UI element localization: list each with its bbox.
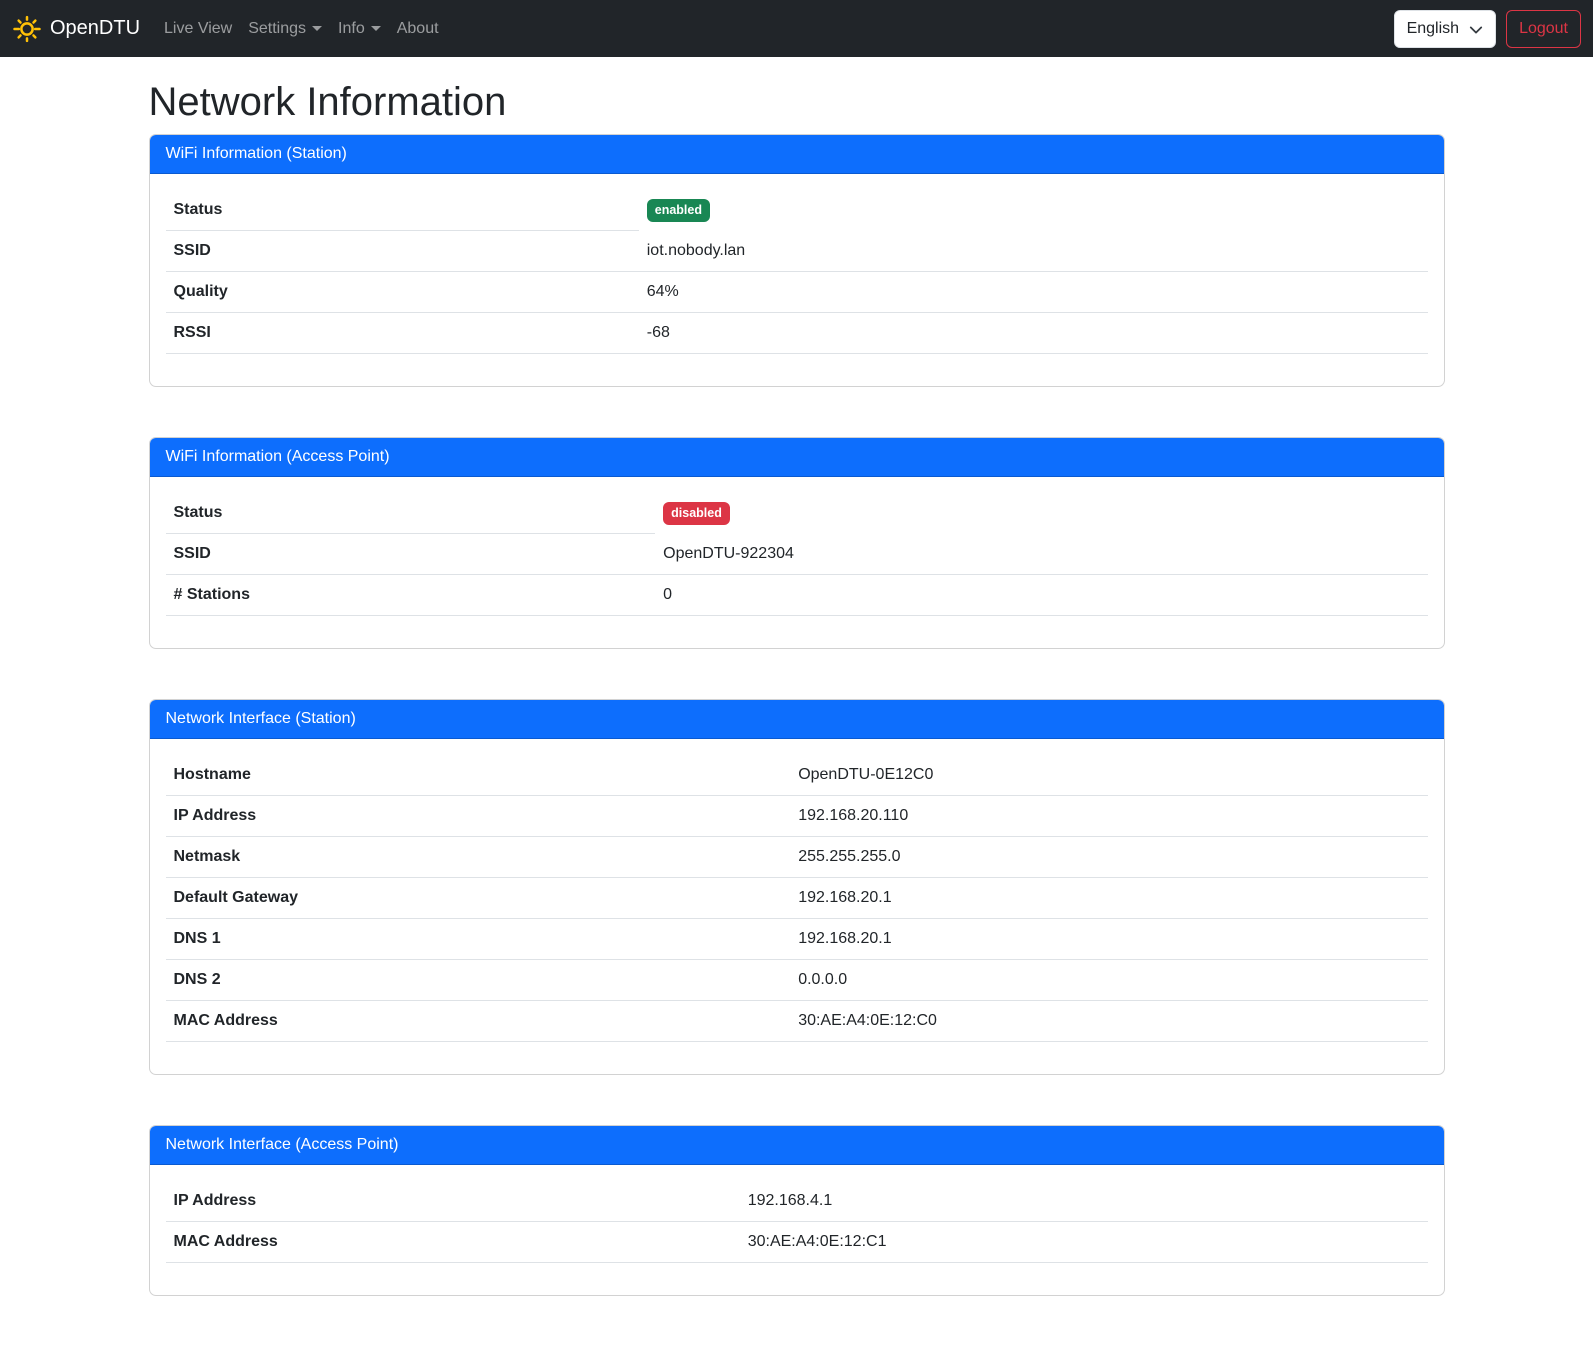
- page-title: Network Information: [149, 78, 1445, 126]
- row-value: -68: [639, 313, 1428, 354]
- row-value: 30:AE:A4:0E:12:C0: [790, 1001, 1427, 1042]
- nav-item-live-view[interactable]: Live View: [156, 12, 240, 46]
- nav-item-info[interactable]: Info: [330, 12, 389, 46]
- row-value: 192.168.20.110: [790, 796, 1427, 837]
- table-row: SSID iot.nobody.lan: [166, 231, 1428, 272]
- chevron-down-icon: [312, 26, 322, 31]
- card-body: Status enabled SSID iot.nobody.lan Quali…: [150, 174, 1444, 386]
- row-label: Hostname: [166, 755, 791, 796]
- card-body: Hostname OpenDTU-0E12C0 IP Address 192.1…: [150, 739, 1444, 1074]
- row-label: Status: [166, 190, 639, 231]
- row-label: Quality: [166, 272, 639, 313]
- main-content: Network Information WiFi Information (St…: [149, 57, 1445, 1296]
- nav-item-settings[interactable]: Settings: [240, 12, 330, 46]
- row-label: Default Gateway: [166, 878, 791, 919]
- row-label: # Stations: [166, 575, 656, 616]
- row-value: 0.0.0.0: [790, 960, 1427, 1001]
- row-label: IP Address: [166, 796, 791, 837]
- status-badge: disabled: [663, 502, 730, 525]
- row-label: DNS 2: [166, 960, 791, 1001]
- table-row: DNS 1 192.168.20.1: [166, 919, 1428, 960]
- row-label: DNS 1: [166, 919, 791, 960]
- info-table: Status enabled SSID iot.nobody.lan Quali…: [166, 190, 1428, 354]
- info-table: IP Address 192.168.4.1 MAC Address 30:AE…: [166, 1181, 1428, 1263]
- logout-button[interactable]: Logout: [1506, 10, 1581, 48]
- chevron-down-icon: [371, 26, 381, 31]
- table-row: Netmask 255.255.255.0: [166, 837, 1428, 878]
- card-header: WiFi Information (Station): [150, 135, 1444, 174]
- language-select[interactable]: English: [1394, 10, 1496, 48]
- row-value: OpenDTU-922304: [655, 534, 1427, 575]
- row-value: 192.168.20.1: [790, 878, 1427, 919]
- row-label: Status: [166, 493, 656, 534]
- page: OpenDTU Live ViewSettingsInfoAbout Engli…: [0, 0, 1593, 1359]
- table-row: Status disabled: [166, 493, 1428, 534]
- card-header: WiFi Information (Access Point): [150, 438, 1444, 477]
- card-wifi-information-station: WiFi Information (Station) Status enable…: [149, 134, 1445, 387]
- language-select-value: English: [1407, 17, 1459, 41]
- card-body: IP Address 192.168.4.1 MAC Address 30:AE…: [150, 1165, 1444, 1295]
- card-header: Network Interface (Station): [150, 700, 1444, 739]
- row-label: MAC Address: [166, 1222, 740, 1263]
- card-network-interface-station: Network Interface (Station) Hostname Ope…: [149, 699, 1445, 1075]
- card-network-interface-access-point: Network Interface (Access Point) IP Addr…: [149, 1125, 1445, 1296]
- navbar: OpenDTU Live ViewSettingsInfoAbout Engli…: [0, 0, 1593, 57]
- card-header: Network Interface (Access Point): [150, 1126, 1444, 1165]
- status-badge: enabled: [647, 199, 710, 222]
- chevron-down-icon: [1469, 22, 1483, 38]
- row-label: Netmask: [166, 837, 791, 878]
- table-row: Default Gateway 192.168.20.1: [166, 878, 1428, 919]
- row-label: SSID: [166, 231, 639, 272]
- card-body: Status disabled SSID OpenDTU-922304 # St…: [150, 477, 1444, 648]
- row-label: MAC Address: [166, 1001, 791, 1042]
- row-label: IP Address: [166, 1181, 740, 1222]
- row-value: enabled: [639, 190, 1428, 231]
- table-row: Hostname OpenDTU-0E12C0: [166, 755, 1428, 796]
- cards-list: WiFi Information (Station) Status enable…: [149, 134, 1445, 1296]
- brand-link[interactable]: OpenDTU: [12, 14, 140, 44]
- row-value: 255.255.255.0: [790, 837, 1427, 878]
- table-row: Status enabled: [166, 190, 1428, 231]
- table-row: # Stations 0: [166, 575, 1428, 616]
- row-value: OpenDTU-0E12C0: [790, 755, 1427, 796]
- table-row: Quality 64%: [166, 272, 1428, 313]
- table-row: MAC Address 30:AE:A4:0E:12:C1: [166, 1222, 1428, 1263]
- table-row: DNS 2 0.0.0.0: [166, 960, 1428, 1001]
- table-row: IP Address 192.168.4.1: [166, 1181, 1428, 1222]
- row-value: iot.nobody.lan: [639, 231, 1428, 272]
- brand-label: OpenDTU: [50, 17, 140, 40]
- row-label: RSSI: [166, 313, 639, 354]
- table-row: IP Address 192.168.20.110: [166, 796, 1428, 837]
- row-value: 0: [655, 575, 1427, 616]
- navbar-right: English Logout: [1394, 10, 1581, 48]
- nav-item-about[interactable]: About: [389, 12, 447, 46]
- row-value: 30:AE:A4:0E:12:C1: [740, 1222, 1428, 1263]
- row-value: 192.168.20.1: [790, 919, 1427, 960]
- row-value: disabled: [655, 493, 1427, 534]
- row-label: SSID: [166, 534, 656, 575]
- table-row: SSID OpenDTU-922304: [166, 534, 1428, 575]
- nav-menu: Live ViewSettingsInfoAbout: [156, 12, 1394, 46]
- row-value: 192.168.4.1: [740, 1181, 1428, 1222]
- sun-icon: [12, 14, 42, 44]
- row-value: 64%: [639, 272, 1428, 313]
- table-row: RSSI -68: [166, 313, 1428, 354]
- info-table: Hostname OpenDTU-0E12C0 IP Address 192.1…: [166, 755, 1428, 1042]
- info-table: Status disabled SSID OpenDTU-922304 # St…: [166, 493, 1428, 616]
- card-wifi-information-access-point: WiFi Information (Access Point) Status d…: [149, 437, 1445, 649]
- table-row: MAC Address 30:AE:A4:0E:12:C0: [166, 1001, 1428, 1042]
